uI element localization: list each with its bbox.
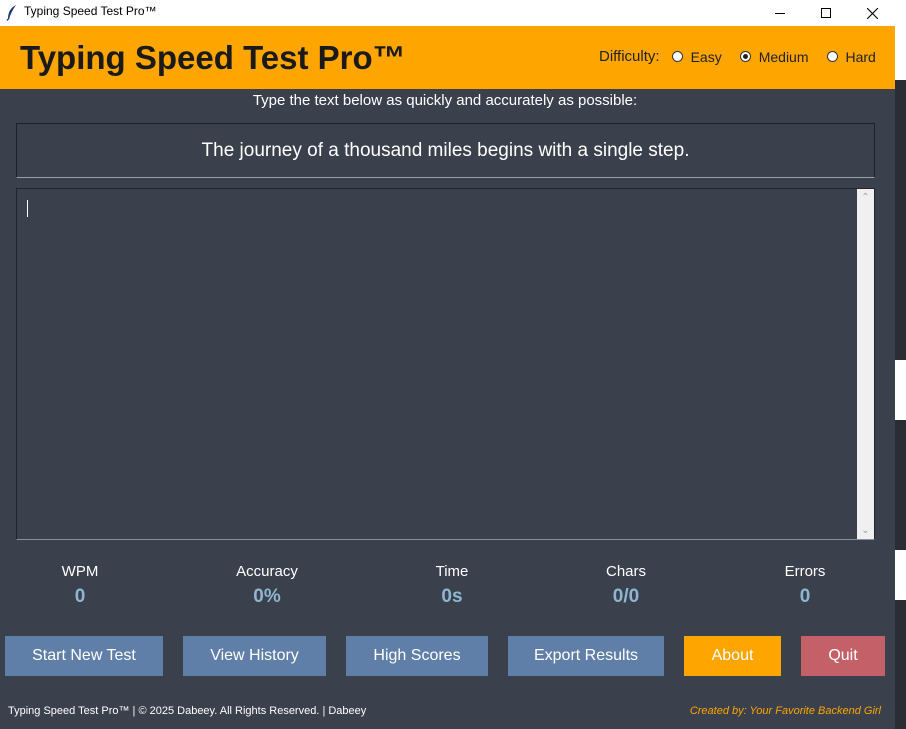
- close-icon: [866, 7, 878, 19]
- app-window: Typing Speed Test Pro™ Typing Speed Test…: [0, 0, 895, 729]
- window-title: Typing Speed Test Pro™: [24, 4, 157, 18]
- difficulty-selector: Difficulty: Easy Medium Hard: [599, 48, 894, 65]
- stat-accuracy: Accuracy 0%: [202, 563, 332, 608]
- about-button[interactable]: About: [684, 636, 781, 676]
- scroll-up-arrow-icon[interactable]: ⌃: [857, 189, 874, 206]
- high-scores-button[interactable]: High Scores: [346, 636, 488, 676]
- instruction-text: Type the text below as quickly and accur…: [252, 92, 638, 109]
- background-window-edge-dark: [895, 600, 906, 729]
- background-window-edge-dark: [895, 80, 906, 360]
- radio-icon: [671, 51, 683, 62]
- stat-wpm-value: 0: [74, 586, 86, 607]
- scroll-down-arrow-icon[interactable]: ⌄: [857, 522, 874, 539]
- prompt-text-box: The journey of a thousand miles begins w…: [16, 123, 875, 178]
- stat-accuracy-value: 0%: [253, 586, 281, 607]
- minimize-icon: [775, 13, 785, 14]
- view-history-button[interactable]: View History: [183, 636, 326, 676]
- typing-input-area[interactable]: ⌃ ⌄: [16, 188, 875, 540]
- close-button[interactable]: [849, 0, 895, 26]
- prompt-text: The journey of a thousand miles begins w…: [201, 139, 690, 161]
- stat-chars: Chars 0/0: [561, 563, 691, 608]
- stat-chars-value: 0/0: [612, 586, 640, 607]
- background-window-edge-dark: [895, 420, 906, 550]
- stat-time: Time 0s: [387, 563, 517, 608]
- footer-copyright: Typing Speed Test Pro™ | © 2025 Dabeey. …: [8, 705, 367, 717]
- quit-button[interactable]: Quit: [801, 636, 885, 676]
- feather-icon: [6, 4, 18, 21]
- app-header: Typing Speed Test Pro™ Difficulty: Easy …: [0, 26, 895, 89]
- title-bar: Typing Speed Test Pro™: [0, 0, 895, 26]
- stat-accuracy-label: Accuracy: [236, 563, 298, 580]
- stat-wpm: WPM 0: [15, 563, 145, 608]
- maximize-icon: [821, 8, 831, 18]
- stat-wpm-label: WPM: [61, 563, 99, 580]
- footer-credit: Created by: Your Favorite Backend Girl: [689, 705, 881, 717]
- text-caret: [27, 200, 28, 217]
- difficulty-hard-radio[interactable]: Hard: [826, 48, 876, 65]
- stat-errors-value: 0: [799, 586, 811, 607]
- minimize-button[interactable]: [757, 0, 803, 26]
- stat-errors-label: Errors: [784, 563, 826, 580]
- export-results-button[interactable]: Export Results: [508, 636, 664, 676]
- radio-icon: [826, 51, 838, 62]
- stat-errors: Errors 0: [740, 563, 870, 608]
- radio-label-hard: Hard: [845, 48, 876, 65]
- difficulty-easy-radio[interactable]: Easy: [671, 48, 722, 65]
- stat-time-value: 0s: [441, 586, 463, 607]
- radio-label-easy: Easy: [690, 48, 722, 65]
- radio-label-medium: Medium: [758, 48, 809, 65]
- vertical-scrollbar[interactable]: ⌃ ⌄: [857, 189, 874, 539]
- difficulty-label: Difficulty:: [599, 48, 660, 65]
- maximize-button[interactable]: [803, 0, 849, 26]
- difficulty-medium-radio[interactable]: Medium: [739, 48, 809, 65]
- start-new-test-button[interactable]: Start New Test: [5, 636, 163, 676]
- radio-checked-icon: [739, 51, 751, 62]
- stat-time-label: Time: [435, 563, 469, 580]
- app-title: Typing Speed Test Pro™: [20, 39, 406, 76]
- stat-chars-label: Chars: [605, 563, 646, 580]
